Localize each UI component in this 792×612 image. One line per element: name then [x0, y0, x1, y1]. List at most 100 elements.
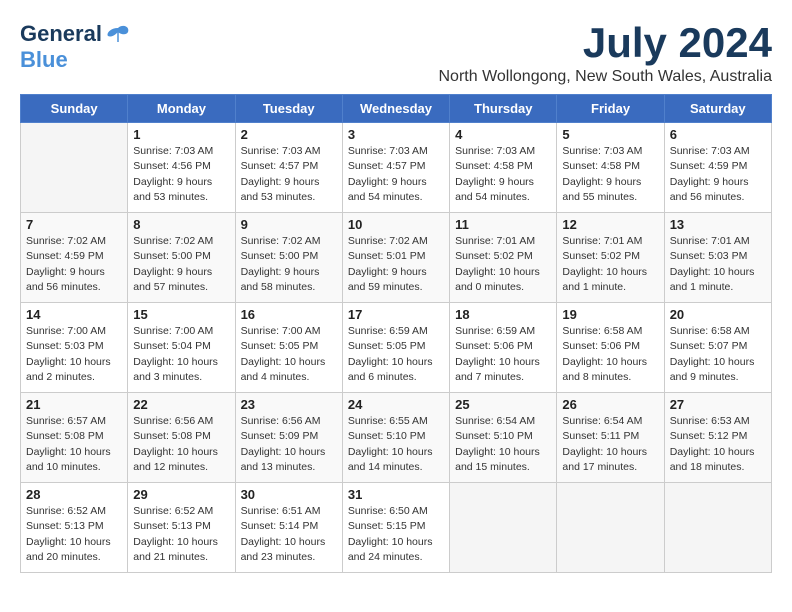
day-detail: Sunrise: 7:02 AMSunset: 5:01 PMDaylight:…	[348, 234, 444, 295]
day-detail: Sunrise: 6:52 AMSunset: 5:13 PMDaylight:…	[133, 504, 229, 565]
day-detail: Sunrise: 7:02 AMSunset: 5:00 PMDaylight:…	[133, 234, 229, 295]
calendar-cell: 12 Sunrise: 7:01 AMSunset: 5:02 PMDayligh…	[557, 213, 664, 303]
day-detail: Sunrise: 7:03 AMSunset: 4:58 PMDaylight:…	[455, 144, 551, 205]
day-number: 20	[670, 307, 766, 322]
day-detail: Sunrise: 7:03 AMSunset: 4:56 PMDaylight:…	[133, 144, 229, 205]
day-detail: Sunrise: 7:01 AMSunset: 5:03 PMDaylight:…	[670, 234, 766, 295]
day-number: 25	[455, 397, 551, 412]
day-detail: Sunrise: 6:58 AMSunset: 5:07 PMDaylight:…	[670, 324, 766, 385]
day-detail: Sunrise: 7:02 AMSunset: 5:00 PMDaylight:…	[241, 234, 337, 295]
day-number: 28	[26, 487, 122, 502]
calendar-cell: 17Sunrise: 6:59 AMSunset: 5:05 PMDayligh…	[342, 303, 449, 393]
day-detail: Sunrise: 7:00 AMSunset: 5:03 PMDaylight:…	[26, 324, 122, 385]
week-row-4: 21Sunrise: 6:57 AMSunset: 5:08 PMDayligh…	[21, 393, 772, 483]
calendar-cell: 15 Sunrise: 7:00 AMSunset: 5:04 PMDayligh…	[128, 303, 235, 393]
logo-blue: Blue	[20, 48, 68, 72]
day-number: 27	[670, 397, 766, 412]
week-row-1: 1 Sunrise: 7:03 AMSunset: 4:56 PMDaylight…	[21, 123, 772, 213]
day-number: 19	[562, 307, 658, 322]
day-number: 10	[348, 217, 444, 232]
calendar-cell: 24 Sunrise: 6:55 AMSunset: 5:10 PMDayligh…	[342, 393, 449, 483]
day-number: 24	[348, 397, 444, 412]
calendar-cell: 30 Sunrise: 6:51 AMSunset: 5:14 PMDayligh…	[235, 483, 342, 573]
calendar-cell	[450, 483, 557, 573]
day-number: 9	[241, 217, 337, 232]
day-detail: Sunrise: 6:56 AMSunset: 5:09 PMDaylight:…	[241, 414, 337, 475]
day-detail: Sunrise: 6:51 AMSunset: 5:14 PMDaylight:…	[241, 504, 337, 565]
calendar-cell: 7Sunrise: 7:02 AMSunset: 4:59 PMDaylight…	[21, 213, 128, 303]
day-number: 26	[562, 397, 658, 412]
calendar-cell: 11 Sunrise: 7:01 AMSunset: 5:02 PMDayligh…	[450, 213, 557, 303]
week-row-3: 14 Sunrise: 7:00 AMSunset: 5:03 PMDayligh…	[21, 303, 772, 393]
day-number: 14	[26, 307, 122, 322]
calendar-cell: 22 Sunrise: 6:56 AMSunset: 5:08 PMDayligh…	[128, 393, 235, 483]
day-number: 30	[241, 487, 337, 502]
weekday-header-friday: Friday	[557, 95, 664, 123]
week-row-5: 28 Sunrise: 6:52 AMSunset: 5:13 PMDayligh…	[21, 483, 772, 573]
day-number: 1	[133, 127, 229, 142]
calendar-cell: 23Sunrise: 6:56 AMSunset: 5:09 PMDayligh…	[235, 393, 342, 483]
month-year-title: July 2024	[439, 20, 773, 66]
day-detail: Sunrise: 6:54 AMSunset: 5:10 PMDaylight:…	[455, 414, 551, 475]
day-number: 12	[562, 217, 658, 232]
day-number: 31	[348, 487, 444, 502]
calendar-cell: 13Sunrise: 7:01 AMSunset: 5:03 PMDayligh…	[664, 213, 771, 303]
calendar-cell: 18 Sunrise: 6:59 AMSunset: 5:06 PMDayligh…	[450, 303, 557, 393]
calendar-cell: 1 Sunrise: 7:03 AMSunset: 4:56 PMDaylight…	[128, 123, 235, 213]
day-number: 4	[455, 127, 551, 142]
day-detail: Sunrise: 6:55 AMSunset: 5:10 PMDaylight:…	[348, 414, 444, 475]
day-number: 2	[241, 127, 337, 142]
calendar-cell: 19 Sunrise: 6:58 AMSunset: 5:06 PMDayligh…	[557, 303, 664, 393]
calendar-cell: 31Sunrise: 6:50 AMSunset: 5:15 PMDayligh…	[342, 483, 449, 573]
day-detail: Sunrise: 7:03 AMSunset: 4:59 PMDaylight:…	[670, 144, 766, 205]
logo: General Blue	[20, 20, 132, 72]
day-number: 22	[133, 397, 229, 412]
day-number: 29	[133, 487, 229, 502]
calendar-cell: 3 Sunrise: 7:03 AMSunset: 4:57 PMDaylight…	[342, 123, 449, 213]
day-detail: Sunrise: 7:03 AMSunset: 4:57 PMDaylight:…	[348, 144, 444, 205]
weekday-header-thursday: Thursday	[450, 95, 557, 123]
day-detail: Sunrise: 6:58 AMSunset: 5:06 PMDaylight:…	[562, 324, 658, 385]
day-number: 6	[670, 127, 766, 142]
calendar-cell: 4 Sunrise: 7:03 AMSunset: 4:58 PMDaylight…	[450, 123, 557, 213]
day-number: 17	[348, 307, 444, 322]
logo-bird-icon	[104, 20, 132, 48]
calendar-cell: 29 Sunrise: 6:52 AMSunset: 5:13 PMDayligh…	[128, 483, 235, 573]
weekday-header-monday: Monday	[128, 95, 235, 123]
day-number: 8	[133, 217, 229, 232]
day-detail: Sunrise: 6:52 AMSunset: 5:13 PMDaylight:…	[26, 504, 122, 565]
week-row-2: 7Sunrise: 7:02 AMSunset: 4:59 PMDaylight…	[21, 213, 772, 303]
day-detail: Sunrise: 6:57 AMSunset: 5:08 PMDaylight:…	[26, 414, 122, 475]
day-detail: Sunrise: 6:53 AMSunset: 5:12 PMDaylight:…	[670, 414, 766, 475]
day-number: 15	[133, 307, 229, 322]
calendar-cell	[664, 483, 771, 573]
day-detail: Sunrise: 6:59 AMSunset: 5:06 PMDaylight:…	[455, 324, 551, 385]
day-detail: Sunrise: 6:54 AMSunset: 5:11 PMDaylight:…	[562, 414, 658, 475]
page-header: General Blue July 2024 North Wollongong,…	[20, 20, 772, 86]
weekday-header-sunday: Sunday	[21, 95, 128, 123]
weekday-header-wednesday: Wednesday	[342, 95, 449, 123]
weekday-header-saturday: Saturday	[664, 95, 771, 123]
day-number: 7	[26, 217, 122, 232]
day-detail: Sunrise: 7:01 AMSunset: 5:02 PMDaylight:…	[562, 234, 658, 295]
day-detail: Sunrise: 7:00 AMSunset: 5:04 PMDaylight:…	[133, 324, 229, 385]
day-number: 5	[562, 127, 658, 142]
calendar-cell: 21Sunrise: 6:57 AMSunset: 5:08 PMDayligh…	[21, 393, 128, 483]
location-subtitle: North Wollongong, New South Wales, Austr…	[439, 68, 773, 86]
calendar-cell: 20 Sunrise: 6:58 AMSunset: 5:07 PMDayligh…	[664, 303, 771, 393]
day-detail: Sunrise: 7:00 AMSunset: 5:05 PMDaylight:…	[241, 324, 337, 385]
title-section: July 2024 North Wollongong, New South Wa…	[439, 20, 773, 86]
calendar-table: SundayMondayTuesdayWednesdayThursdayFrid…	[20, 94, 772, 573]
calendar-cell	[21, 123, 128, 213]
day-detail: Sunrise: 7:01 AMSunset: 5:02 PMDaylight:…	[455, 234, 551, 295]
calendar-cell: 14 Sunrise: 7:00 AMSunset: 5:03 PMDayligh…	[21, 303, 128, 393]
day-number: 18	[455, 307, 551, 322]
calendar-cell: 5Sunrise: 7:03 AMSunset: 4:58 PMDaylight…	[557, 123, 664, 213]
day-detail: Sunrise: 6:56 AMSunset: 5:08 PMDaylight:…	[133, 414, 229, 475]
day-number: 16	[241, 307, 337, 322]
calendar-cell: 9 Sunrise: 7:02 AMSunset: 5:00 PMDaylight…	[235, 213, 342, 303]
calendar-cell: 27 Sunrise: 6:53 AMSunset: 5:12 PMDayligh…	[664, 393, 771, 483]
logo-general: General	[20, 22, 102, 46]
day-number: 3	[348, 127, 444, 142]
day-number: 11	[455, 217, 551, 232]
